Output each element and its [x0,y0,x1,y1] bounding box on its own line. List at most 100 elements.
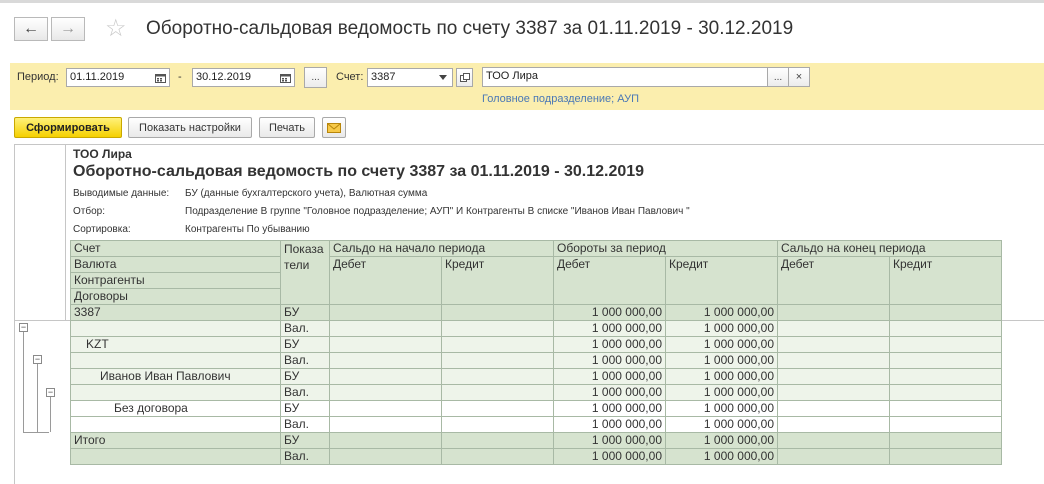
row-indicator: БУ [280,304,330,321]
print-button[interactable]: Печать [259,117,315,138]
row-name [70,320,281,337]
generate-button[interactable]: Сформировать [14,117,122,138]
filter-label: Отбор: [73,206,105,217]
row-indicator: Вал. [280,320,330,337]
row-turnover-credit: 1 000 000,00 [665,384,778,401]
row-closing-credit [889,304,1002,321]
row-indicator: БУ [280,432,330,449]
collapse-group-button[interactable]: − [46,388,55,397]
organization-input[interactable]: ТОО Лира [482,67,769,87]
row-opening-debit [329,432,442,449]
collapse-group-button[interactable]: − [33,355,42,364]
row-opening-credit [441,384,554,401]
table-row: Вал. 1 000 000,00 1 000 000,00 [70,384,1002,401]
grouping-divider [65,145,66,320]
row-turnover-debit: 1 000 000,00 [553,336,666,353]
row-closing-debit [777,352,890,369]
collapse-group-button[interactable]: − [19,323,28,332]
row-turnover-debit: 1 000 000,00 [553,384,666,401]
row-name [70,384,281,401]
calendar-icon[interactable] [150,68,170,87]
open-icon[interactable] [456,68,473,87]
row-turnover-credit: 1 000 000,00 [665,448,778,465]
row-name [70,448,281,465]
close-icon[interactable]: × [788,67,810,87]
row-closing-credit [889,432,1002,449]
row-name[interactable]: KZT [70,336,281,353]
tree-line [23,332,24,432]
sort-value: Контрагенты По убыванию [185,224,310,235]
row-turnover-credit: 1 000 000,00 [665,400,778,417]
show-settings-button[interactable]: Показать настройки [128,117,252,138]
row-closing-debit [777,368,890,385]
table-row: Вал. 1 000 000,00 1 000 000,00 [70,320,1002,337]
forward-button[interactable]: → [51,17,85,41]
row-opening-credit [441,320,554,337]
row-indicator: БУ [280,400,330,417]
row-closing-debit [777,400,890,417]
arrow-left-icon: ← [23,20,39,37]
row-name[interactable]: Без договора [70,400,281,417]
header-closing-balance: Сальдо на конец периода [777,240,1002,257]
table-row: Итого БУ 1 000 000,00 1 000 000,00 [70,432,1002,449]
header-account: Счет [70,240,281,257]
row-closing-debit [777,304,890,321]
row-closing-credit [889,416,1002,433]
row-closing-debit [777,448,890,465]
period-select-button[interactable]: ... [304,67,327,88]
row-turnover-debit: 1 000 000,00 [553,320,666,337]
row-turnover-debit: 1 000 000,00 [553,448,666,465]
row-turnover-debit: 1 000 000,00 [553,368,666,385]
row-opening-debit [329,384,442,401]
table-row: Без договора БУ 1 000 000,00 1 000 000,0… [70,400,1002,417]
table-row: Вал. 1 000 000,00 1 000 000,00 [70,416,1002,433]
output-label: Выводимые данные: [73,188,170,199]
header-opening-debit: Дебет [329,256,442,305]
row-closing-credit [889,336,1002,353]
calendar-icon[interactable] [275,68,295,87]
tree-line [37,364,38,432]
envelope-icon [327,122,341,133]
date-to-value: 30.12.2019 [196,71,252,83]
table-row: Вал. 1 000 000,00 1 000 000,00 [70,352,1002,369]
row-turnover-debit: 1 000 000,00 [553,432,666,449]
subdivision-link[interactable]: Головное подразделение; АУП [482,93,639,105]
account-label: Счет: [336,71,364,83]
row-closing-credit [889,320,1002,337]
row-opening-credit [441,416,554,433]
header-turnover: Обороты за период [553,240,778,257]
output-value: БУ (данные бухгалтерского учета), Валютн… [185,188,428,199]
favorite-star-icon[interactable]: ☆ [105,15,127,43]
tree-line [23,432,37,433]
row-name: Итого [70,432,281,449]
header-closing-debit: Дебет [777,256,890,305]
row-closing-credit [889,448,1002,465]
organization-value: ТОО Лира [486,70,538,82]
chevron-down-icon[interactable] [433,68,453,87]
table-row: Иванов Иван Павлович БУ 1 000 000,00 1 0… [70,368,1002,385]
send-email-button[interactable] [322,117,346,138]
header-opening-balance: Сальдо на начало периода [329,240,554,257]
table-row: KZT БУ 1 000 000,00 1 000 000,00 [70,336,1002,353]
ellipsis-icon: ... [773,71,783,83]
row-closing-credit [889,368,1002,385]
header-turnover-credit: Кредит [665,256,778,305]
back-button[interactable]: ← [14,17,48,41]
row-closing-debit [777,320,890,337]
header-opening-credit: Кредит [441,256,554,305]
row-turnover-credit: 1 000 000,00 [665,416,778,433]
row-name[interactable]: Иванов Иван Павлович [70,368,281,385]
row-turnover-credit: 1 000 000,00 [665,320,778,337]
account-value: 3387 [371,71,396,83]
ellipsis-icon: ... [311,72,320,83]
row-opening-debit [329,448,442,465]
header-counterparties: Контрагенты [70,272,281,289]
header-closing-credit: Кредит [889,256,1002,305]
row-opening-debit [329,352,442,369]
filter-value: Подразделение В группе "Головное подразд… [185,206,690,217]
row-name[interactable]: 3387 [70,304,281,321]
organization-select-button[interactable]: ... [767,67,789,87]
header-indicators-line2: тели [284,258,310,272]
row-closing-debit [777,416,890,433]
row-indicator: БУ [280,368,330,385]
